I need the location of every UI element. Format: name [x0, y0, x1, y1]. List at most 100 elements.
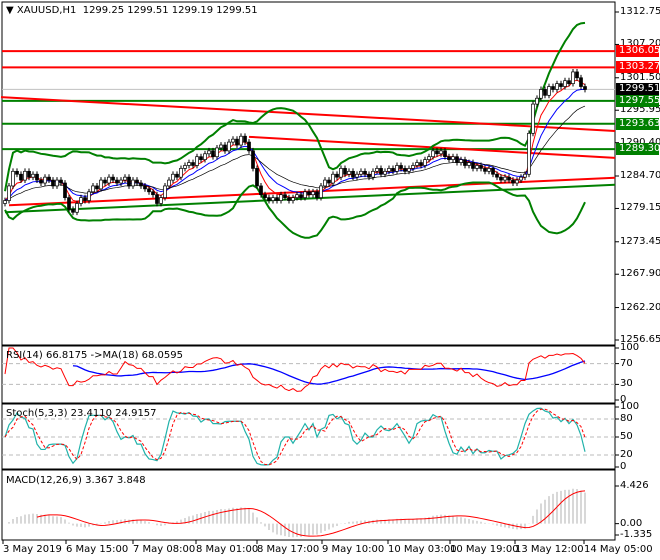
candle-body	[415, 162, 419, 166]
time-label: 9 May 10:00	[322, 544, 385, 555]
axis-tick-label: 1279.15	[620, 202, 660, 214]
axis-tick-label: 0.00	[620, 517, 643, 529]
candle-body	[535, 97, 539, 105]
candle-body	[267, 197, 271, 201]
candle-body	[447, 156, 451, 160]
candle-body	[343, 168, 347, 175]
candle-body	[295, 194, 299, 198]
axis-tick-label: 1262.20	[620, 301, 660, 313]
axis-tick-label: 80	[620, 413, 633, 424]
candle-body	[431, 150, 435, 158]
candle-body	[543, 89, 547, 96]
candle-body	[251, 150, 255, 169]
candle-body	[379, 168, 383, 175]
candle-body	[383, 170, 387, 175]
candle-body	[451, 156, 455, 160]
candle-body	[391, 168, 395, 172]
candle-body	[31, 173, 35, 178]
candle-body	[231, 138, 235, 143]
candle-body	[571, 71, 575, 84]
candle-body	[171, 173, 175, 181]
candle-body	[91, 185, 95, 193]
candle-body	[243, 135, 247, 143]
macd-label: MACD(12,26,9) 3.367 3.848	[6, 475, 146, 486]
axis-tick-label: 4.426	[620, 480, 649, 491]
candle-body	[211, 150, 215, 158]
candle-body	[179, 168, 183, 178]
candle-body	[443, 150, 447, 158]
axis-tick-label: 20	[620, 449, 633, 460]
axis-tick-label: 1284.70	[620, 170, 660, 181]
axis-tick-label: 0	[620, 394, 627, 405]
candle-body	[103, 179, 107, 184]
candle-body	[47, 176, 51, 181]
candle-body	[339, 168, 343, 178]
price-tag: 1289.30	[616, 143, 660, 156]
time-label: 8 May 17:00	[257, 544, 320, 555]
candle-body	[259, 185, 263, 196]
stoch-label: Stoch(5,3,3) 23.4110 24.9157	[6, 408, 157, 419]
candle-body	[35, 173, 39, 181]
candle-body	[163, 185, 167, 198]
candle-body	[439, 150, 443, 155]
candle-body	[139, 182, 143, 187]
candle-body	[491, 168, 495, 175]
bollinger-upper	[4, 21, 586, 192]
candle-body	[255, 168, 259, 187]
candle-body	[275, 197, 279, 201]
candle-body	[355, 173, 359, 178]
candle-body	[59, 179, 63, 184]
candle-body	[195, 156, 199, 166]
candle-body	[567, 80, 571, 84]
candle-body	[459, 159, 463, 163]
candle-body	[131, 179, 135, 187]
candle-body	[107, 176, 111, 184]
candle-body	[39, 179, 43, 184]
candle-body	[63, 182, 67, 198]
axis-tick-label: 70	[620, 357, 633, 369]
axis-tick-label: 1256.65	[620, 334, 660, 345]
candle-body	[427, 156, 431, 160]
candle-body	[575, 71, 579, 79]
candle-body	[187, 162, 191, 166]
candle-body	[563, 80, 567, 87]
candle-body	[183, 165, 187, 169]
candle-body	[239, 135, 243, 146]
time-label: 3 May 2019	[3, 544, 62, 555]
candle-body	[367, 173, 371, 178]
candle-body	[479, 165, 483, 169]
candle-body	[23, 170, 27, 181]
candle-body	[119, 179, 123, 184]
candle-body	[359, 170, 363, 175]
candle-body	[51, 179, 55, 187]
candle-body	[215, 147, 219, 158]
candle-body	[467, 162, 471, 166]
axis-tick-label: 30	[620, 378, 633, 390]
dropdown-triangle-icon[interactable]: ▼	[6, 5, 14, 16]
candle-body	[123, 176, 127, 181]
candle-body	[375, 168, 379, 172]
candle-body	[515, 179, 519, 184]
axis-tick-label: 50	[620, 431, 633, 442]
candle-body	[99, 179, 103, 190]
candle-body	[263, 194, 267, 198]
candle-body	[7, 185, 11, 201]
candle-body	[279, 194, 283, 201]
candle-body	[147, 188, 151, 193]
candle-body	[503, 176, 507, 181]
candle-body	[19, 173, 23, 181]
price-tag: 1299.51	[616, 83, 660, 96]
candle-body	[435, 150, 439, 155]
candle-body	[495, 173, 499, 178]
candle-body	[519, 176, 523, 181]
candle-body	[95, 185, 99, 190]
time-label: 14 May 05:00	[584, 544, 653, 555]
panel-frame	[1, 1, 616, 346]
candle-body	[499, 176, 503, 181]
time-label: 10 May 03:00	[388, 544, 457, 555]
axis-tick-label: 1273.45	[620, 235, 660, 247]
candle-body	[399, 165, 403, 169]
price-tag: 1297.55	[616, 94, 660, 107]
candle-body	[547, 86, 551, 96]
candle-body	[143, 185, 147, 190]
